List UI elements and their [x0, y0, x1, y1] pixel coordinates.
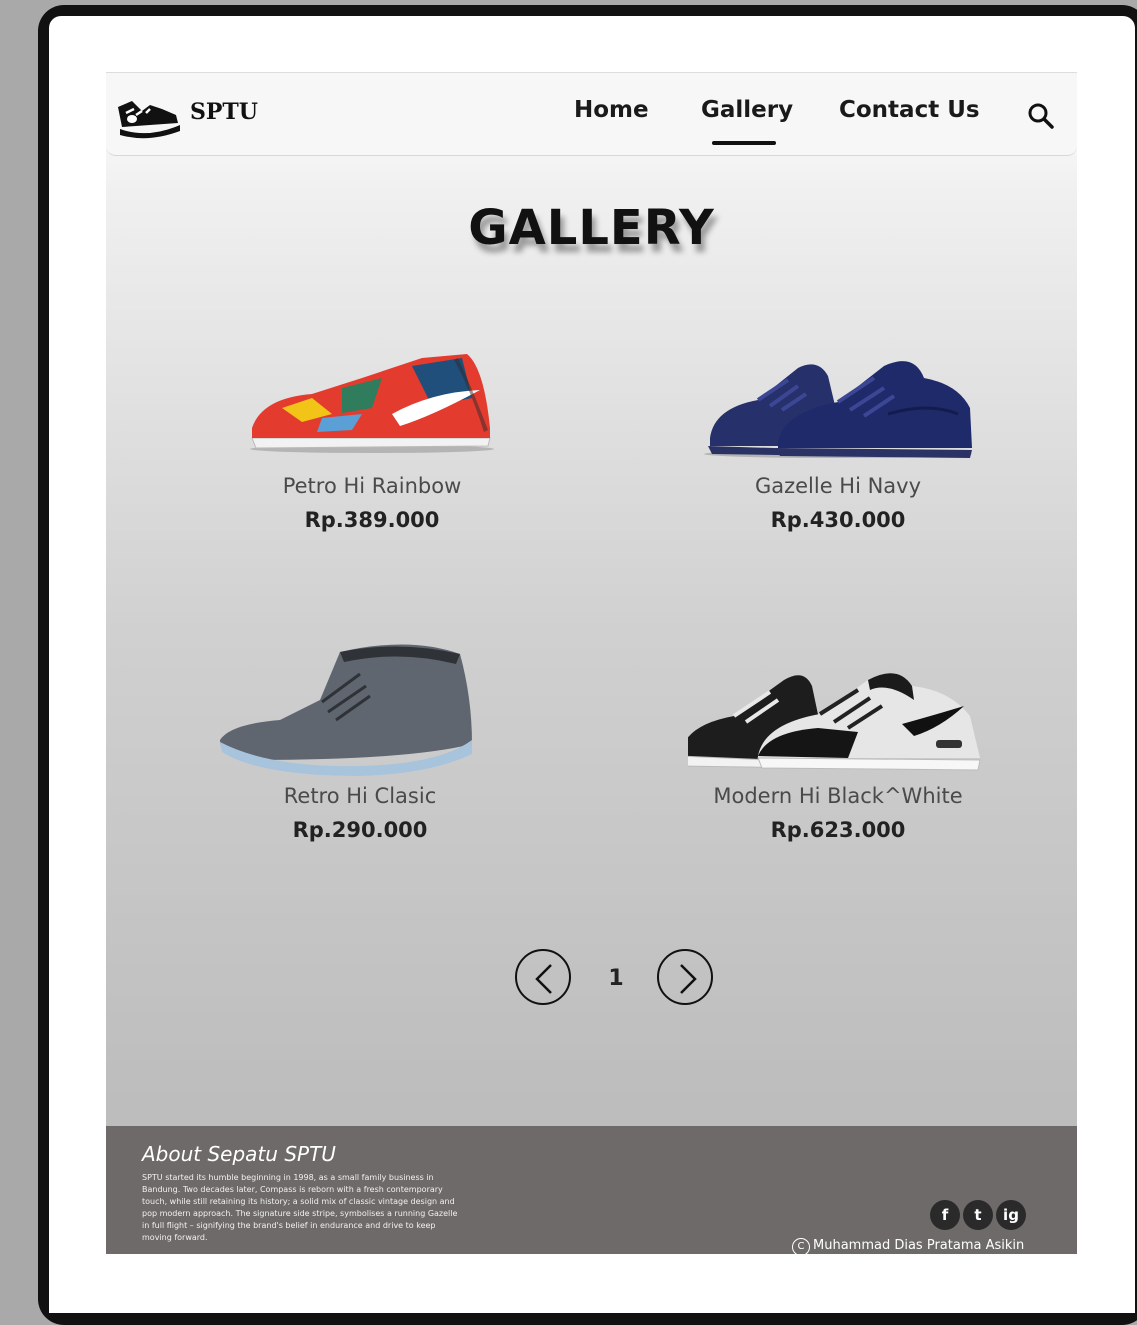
- about-text: SPTU started its humble beginning in 199…: [142, 1173, 458, 1242]
- brand-name[interactable]: SPTU: [190, 99, 258, 125]
- page-title: GALLERY: [468, 200, 715, 256]
- current-page-number[interactable]: 1: [606, 966, 626, 991]
- copyright: C Muhammad Dias Pratama Asikin: [792, 1238, 1024, 1254]
- product-card[interactable]: Retro Hi Clasic Rp.290.000: [210, 628, 510, 842]
- product-name: Modern Hi Black^White: [713, 784, 963, 808]
- nav-gallery[interactable]: Gallery: [701, 97, 793, 123]
- facebook-icon[interactable]: f: [930, 1200, 960, 1230]
- product-price: Rp.290.000: [292, 818, 428, 842]
- product-name: Gazelle Hi Navy: [754, 474, 922, 498]
- grey-suede-boot-image[interactable]: [210, 628, 510, 778]
- product-card[interactable]: Gazelle Hi Navy Rp.430.000: [688, 318, 988, 532]
- chevron-right-icon: [680, 964, 697, 994]
- navy-sneaker-image[interactable]: [688, 318, 988, 468]
- previous-page-button[interactable]: [515, 949, 571, 1005]
- nav-contact-us[interactable]: Contact Us: [839, 97, 980, 123]
- product-name: Petro Hi Rainbow: [282, 474, 462, 498]
- about-title: About Sepatu SPTU: [142, 1142, 336, 1166]
- copyright-text: Muhammad Dias Pratama Asikin: [813, 1238, 1025, 1253]
- next-page-button[interactable]: [657, 949, 713, 1005]
- product-name: Retro Hi Clasic: [283, 784, 437, 808]
- nav-home[interactable]: Home: [574, 97, 649, 123]
- product-price: Rp.389.000: [304, 508, 440, 532]
- product-card[interactable]: Modern Hi Black^White Rp.623.000: [688, 628, 988, 842]
- website: SPTU Home Gallery Contact Us GALLERY Pet…: [106, 72, 1077, 1254]
- active-nav-indicator: [712, 141, 776, 145]
- chevron-left-icon: [535, 964, 552, 994]
- rainbow-sneaker-image[interactable]: [222, 318, 522, 468]
- screen: SPTU Home Gallery Contact Us GALLERY Pet…: [49, 16, 1135, 1313]
- copyright-icon: C: [792, 1238, 810, 1254]
- twitter-icon[interactable]: t: [963, 1200, 993, 1230]
- product-price: Rp.430.000: [770, 508, 906, 532]
- navbar: SPTU Home Gallery Contact Us: [106, 72, 1077, 156]
- footer: About Sepatu SPTU SPTU started its humbl…: [106, 1126, 1077, 1254]
- instagram-icon[interactable]: ig: [996, 1200, 1026, 1230]
- product-price: Rp.623.000: [770, 818, 906, 842]
- search-icon[interactable]: [1026, 101, 1056, 131]
- black-white-sneaker-image[interactable]: [688, 628, 988, 778]
- product-card[interactable]: Petro Hi Rainbow Rp.389.000: [222, 318, 522, 532]
- sneaker-logo-icon[interactable]: [112, 93, 184, 141]
